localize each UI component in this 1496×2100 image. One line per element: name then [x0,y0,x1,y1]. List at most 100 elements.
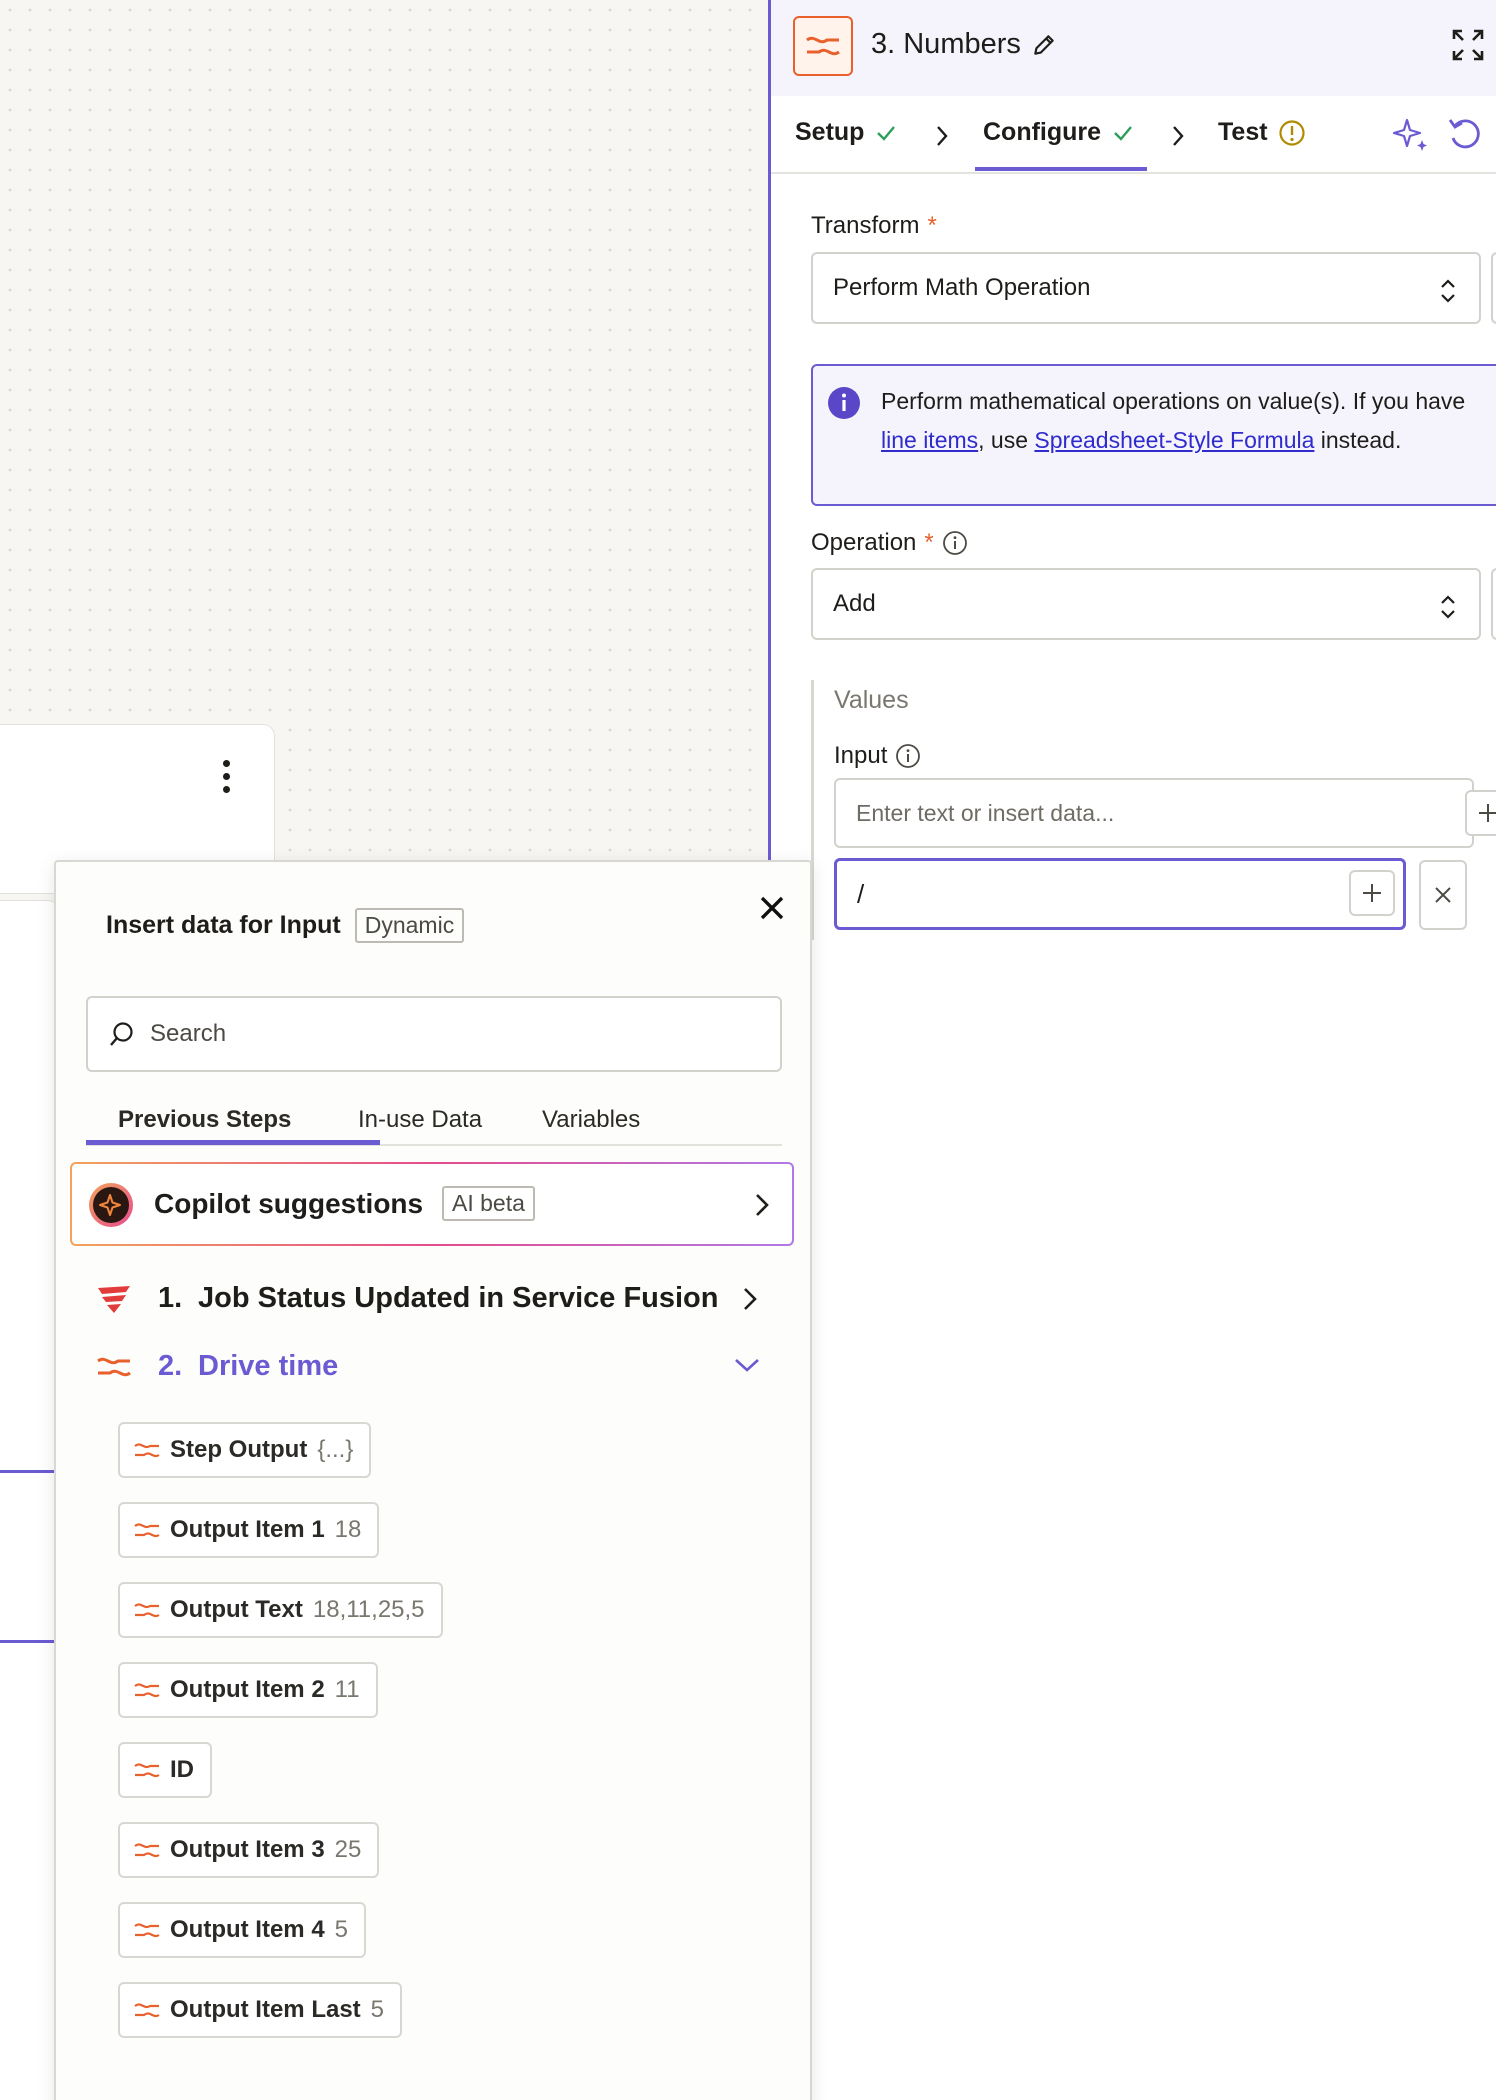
tab-configure[interactable]: Configure [983,118,1135,147]
field-pill[interactable]: Output Item Last 5 [118,1982,403,2038]
tab-previous-steps[interactable]: Previous Steps [118,1106,291,1134]
operation-select[interactable]: Add [811,568,1481,640]
field-pill[interactable]: ID [118,1742,212,1798]
formatter-app-icon [793,16,853,76]
field-value: 18,11,25,5 [312,1596,425,1623]
field-name: Output Item 4 [170,1916,325,1943]
field-name: Output Text [170,1596,303,1623]
field-pill[interactable]: Step Output {...} [118,1422,372,1478]
tab-test[interactable]: Test [1218,118,1306,147]
line-items-link[interactable]: line items [881,427,978,453]
formatter-icon [97,1357,131,1377]
chevron-down-icon [735,1359,759,1372]
input-label: Input [834,742,921,770]
insert-data-popover: Insert data for Input Dynamic Search Pre… [54,860,812,2100]
transform-select[interactable]: Perform Math Operation [811,252,1481,324]
warning-icon [1278,119,1305,146]
dynamic-badge: Dynamic [354,908,465,943]
step-title-text: 3. Numbers [871,28,1021,60]
check-icon [877,125,896,141]
service-fusion-icon [98,1286,130,1313]
field-name: Output Item Last [170,1996,361,2023]
formatter-icon [134,1523,160,1538]
copilot-label: Copilot suggestions [154,1188,424,1219]
search-input[interactable]: Search [86,996,782,1072]
operation-side-button[interactable] [1491,568,1496,640]
formatter-icon [134,1683,160,1698]
info-text: instead. [1314,427,1402,453]
popover-title-text: Insert data for Input [106,911,341,939]
close-icon [1435,887,1451,903]
transform-select-value: Perform Math Operation [833,274,1091,301]
field-name: Output Item 2 [170,1676,325,1703]
ai-beta-badge: AI beta [442,1186,535,1221]
canvas-connector [0,1470,56,1473]
input-label-text: Input [834,742,888,769]
field-pill[interactable]: Output Text 18,11,25,5 [118,1582,443,1638]
step-row-service-fusion[interactable]: 1. Job Status Updated in Service Fusion [96,1274,796,1324]
field-pill[interactable]: Output Item 2 11 [118,1662,378,1718]
insert-data-button[interactable] [1349,870,1395,916]
operation-select-value: Add [833,590,876,617]
insert-data-button[interactable] [1465,790,1496,836]
formatter-icon [134,1443,160,1458]
search-placeholder: Search [150,1020,227,1047]
pencil-icon[interactable] [1031,32,1057,58]
tab-configure-label: Configure [983,118,1102,146]
popover-tabs: Previous Steps In-use Data Variables [86,1096,782,1146]
step-title[interactable]: 3. Numbers [871,28,1057,61]
expand-icon[interactable] [1451,28,1485,62]
chevron-right-icon [937,126,948,146]
remove-value-button[interactable] [1419,860,1467,930]
chevron-right-icon [756,1194,769,1216]
info-circle-icon[interactable] [942,530,968,556]
field-pill[interactable]: Output Item 1 18 [118,1502,380,1558]
undo-icon[interactable] [1445,114,1485,154]
value-input-2[interactable]: / [834,858,1406,930]
formatter-icon [134,2003,160,2018]
info-text: Perform mathematical operations on value… [881,388,1466,414]
step-title: Drive time [198,1350,339,1382]
values-group-label: Values [834,686,909,714]
select-arrows-icon [1441,595,1455,619]
value-input-placeholder: Enter text or insert data... [856,799,1115,826]
active-tab-indicator [86,1140,380,1145]
plus-icon [1363,884,1381,902]
value-input-1[interactable]: Enter text or insert data... [834,778,1474,848]
canvas-step-card-lower[interactable] [0,900,60,2100]
chevron-right-icon [1173,126,1184,146]
transform-side-button[interactable] [1491,252,1496,324]
field-pill[interactable]: Output Item 3 25 [118,1822,380,1878]
step-row-drive-time[interactable]: 2. Drive time [96,1342,796,1392]
more-options-icon[interactable] [212,756,240,796]
formatter-icon [134,1763,160,1778]
tab-test-label: Test [1218,118,1268,146]
spreadsheet-formula-link[interactable]: Spreadsheet-Style Formula [1034,427,1314,453]
close-icon[interactable] [754,890,790,926]
info-circle-icon[interactable] [895,743,921,769]
tab-setup[interactable]: Setup [795,118,898,147]
panel-header: 3. Numbers [771,0,1496,96]
step-number: 2. [158,1350,183,1382]
plus-icon [1479,804,1496,822]
field-name: Step Output [170,1436,308,1463]
required-mark: * [924,529,934,556]
field-name: ID [170,1756,194,1783]
tab-in-use-data[interactable]: In-use Data [358,1106,482,1134]
popover-title: Insert data for Input Dynamic [106,908,465,943]
canvas-connector [0,1640,56,1643]
check-icon [1114,125,1132,141]
step-tabs: Setup Configure Test [771,96,1496,174]
field-pill[interactable]: Output Item 4 5 [118,1902,367,1958]
search-icon [110,1022,133,1046]
formatter-icon [134,1843,160,1858]
required-mark: * [927,212,937,239]
field-value: 18 [334,1516,362,1543]
copilot-suggestions-row[interactable]: Copilot suggestions AI beta [70,1162,794,1246]
tab-variables[interactable]: Variables [542,1106,640,1134]
chevron-right-icon [744,1288,757,1310]
sparkle-icon[interactable] [1391,114,1431,154]
copilot-icon [89,1183,133,1227]
operation-label-text: Operation [811,529,917,556]
field-value: 5 [334,1916,349,1943]
